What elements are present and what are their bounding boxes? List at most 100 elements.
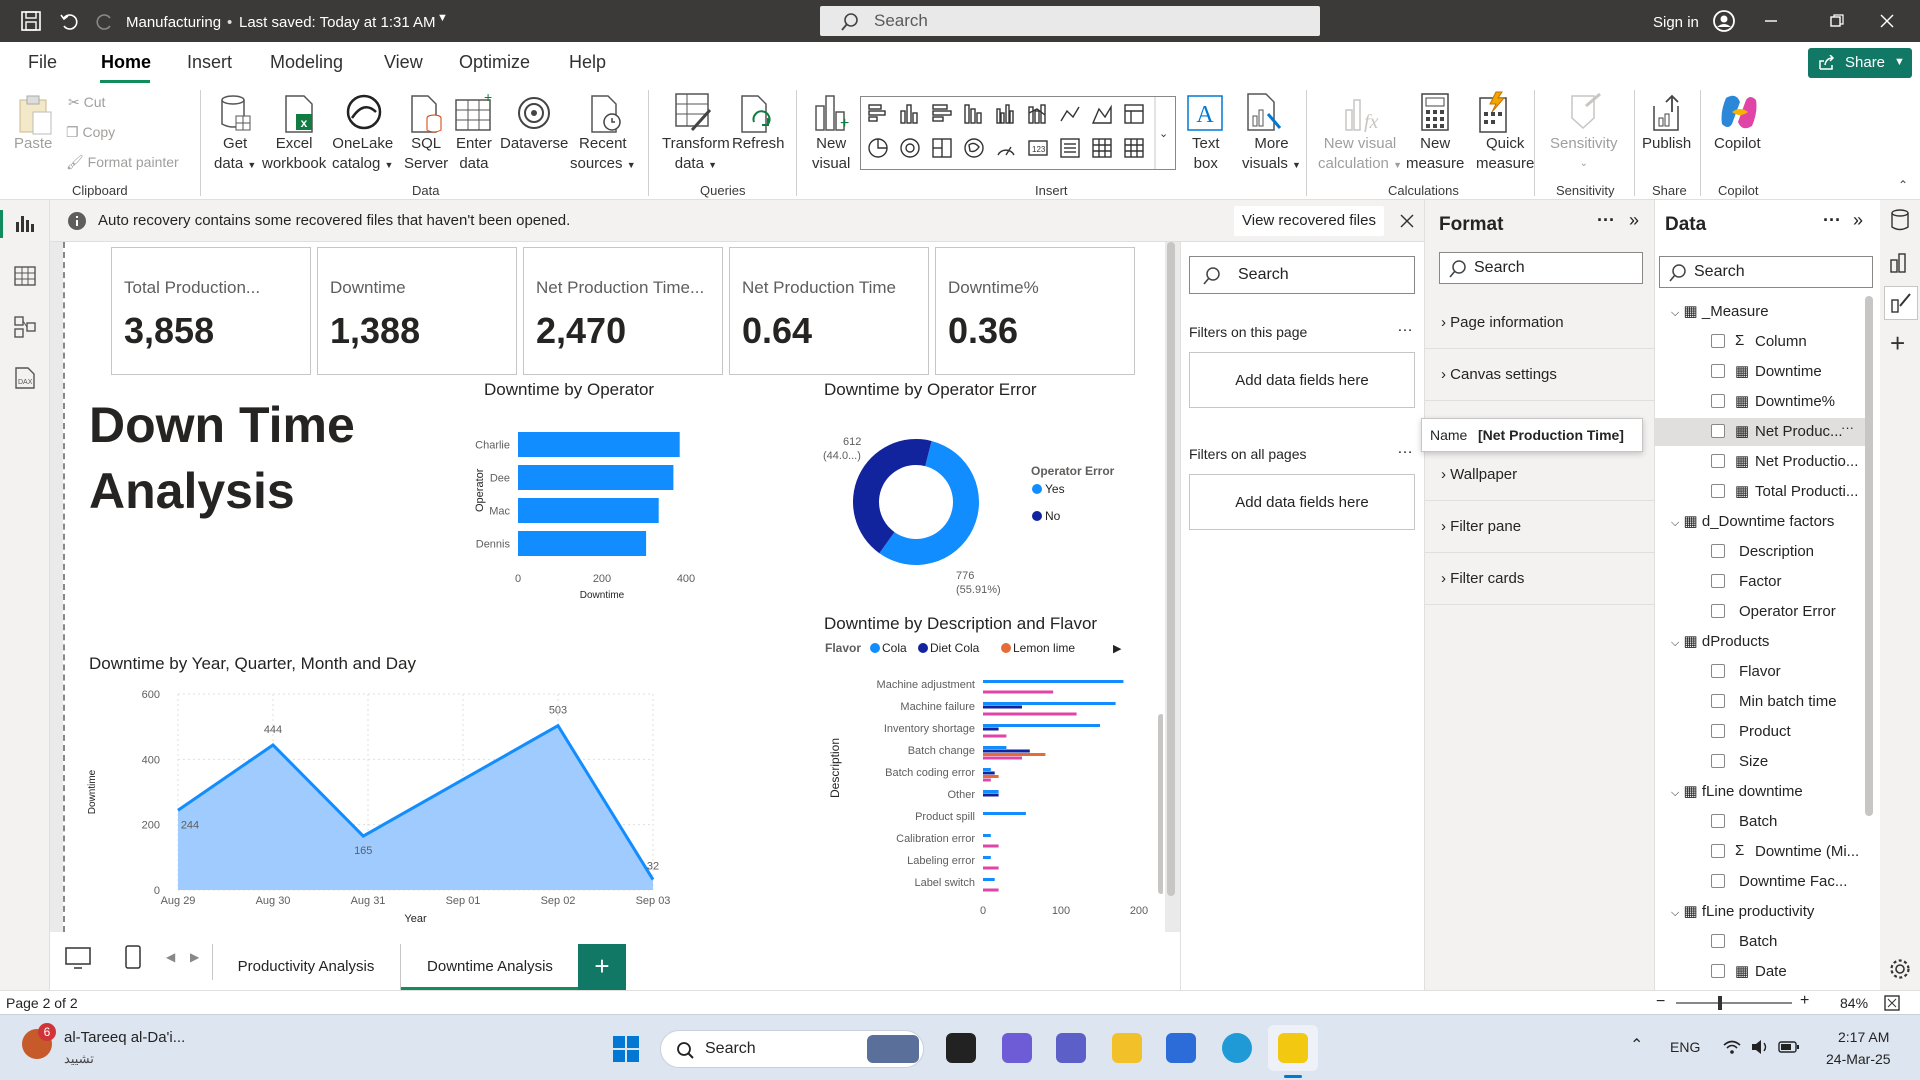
field-item[interactable]: Size <box>1655 748 1865 776</box>
field-item[interactable]: Σ Column <box>1655 328 1865 356</box>
field-checkbox[interactable] <box>1711 934 1725 948</box>
field-item[interactable]: ▦ Downtime <box>1655 358 1865 386</box>
menu-file[interactable]: File <box>28 52 57 73</box>
new-measure-button[interactable]: New measure <box>1406 134 1464 174</box>
table-view-icon[interactable] <box>14 266 36 286</box>
add-fields-all-pages[interactable]: Add data fields here <box>1189 474 1415 530</box>
field-checkbox[interactable] <box>1711 604 1725 618</box>
field-item[interactable]: Factor <box>1655 568 1865 596</box>
field-checkbox[interactable] <box>1711 844 1725 858</box>
add-fields-this-page[interactable]: Add data fields here <box>1189 352 1415 408</box>
fit-to-page-icon[interactable] <box>1884 995 1900 1011</box>
power-bi-icon[interactable] <box>1278 1033 1308 1063</box>
chevron-up-icon[interactable]: ⌃ <box>1630 1035 1643 1055</box>
share-button[interactable]: Share ▼ <box>1808 48 1912 78</box>
recent-sources-button[interactable]: Recent sources ▼ <box>570 134 636 175</box>
store-icon[interactable] <box>1166 1033 1196 1063</box>
field-checkbox[interactable] <box>1711 874 1725 888</box>
table-fline-downtime[interactable]: ⌵ ▦ fLine downtime <box>1671 782 1803 800</box>
mobile-layout-icon[interactable] <box>124 944 142 972</box>
file-explorer-icon[interactable] <box>1112 1033 1142 1063</box>
dax-query-view-icon[interactable]: DAX <box>14 366 36 390</box>
field-item[interactable]: ▦ Downtime% <box>1655 388 1865 416</box>
format-section-canvas-settings[interactable]: › Canvas settings <box>1441 366 1557 383</box>
more-options-icon[interactable]: ··· <box>1841 420 1854 435</box>
wifi-icon[interactable] <box>1722 1039 1742 1055</box>
add-pane-icon[interactable]: + <box>1890 328 1905 359</box>
more-options-icon[interactable]: ··· <box>1823 210 1841 231</box>
field-item[interactable]: Flavor <box>1655 658 1865 686</box>
edge-icon[interactable] <box>1222 1033 1252 1063</box>
table-dproducts[interactable]: ⌵ ▦ dProducts <box>1671 632 1769 650</box>
more-options-icon[interactable]: ··· <box>1597 210 1615 231</box>
field-item[interactable]: Batch <box>1655 928 1865 956</box>
field-checkbox[interactable] <box>1711 334 1725 348</box>
redo-icon[interactable] <box>94 10 116 32</box>
menu-insert[interactable]: Insert <box>187 52 232 73</box>
format-section-page-information[interactable]: › Page information <box>1441 314 1564 331</box>
chevron-down-icon[interactable]: ▼ <box>437 12 448 24</box>
tab-scroll-right-icon[interactable]: ▶ <box>190 950 199 964</box>
settings-gear-icon[interactable] <box>1889 958 1911 980</box>
clock-time[interactable]: 2:17 AM <box>1838 1029 1889 1045</box>
table--measure[interactable]: ⌵ ▦ _Measure <box>1671 302 1769 320</box>
tab-scroll-left-icon[interactable]: ◀ <box>166 950 175 964</box>
get-data-button[interactable]: Get data ▼ <box>214 134 256 175</box>
field-checkbox[interactable] <box>1711 484 1725 498</box>
field-item[interactable]: ▦ Total Producti... <box>1655 478 1865 506</box>
filters-search-input[interactable]: Search <box>1189 256 1415 294</box>
report-view-icon[interactable] <box>14 214 36 234</box>
field-item[interactable]: Min batch time <box>1655 688 1865 716</box>
field-checkbox[interactable] <box>1711 364 1725 378</box>
more-options-icon[interactable]: … <box>1397 440 1413 458</box>
teams-icon[interactable] <box>1056 1033 1086 1063</box>
downtime-by-description-chart[interactable]: Flavor Cola Diet Cola Lemon lime ▶ Machine ad… <box>823 638 1163 932</box>
model-view-icon[interactable] <box>14 316 36 338</box>
battery-icon[interactable] <box>1778 1040 1800 1054</box>
field-item[interactable]: Description <box>1655 538 1865 566</box>
expand-pane-icon[interactable]: » <box>1629 210 1639 231</box>
menu-home[interactable]: Home <box>101 52 151 73</box>
collapse-ribbon-icon[interactable]: ⌃ <box>1898 178 1908 192</box>
undo-icon[interactable] <box>58 10 80 32</box>
close-icon[interactable] <box>1880 14 1894 28</box>
field-item[interactable]: Downtime Fac... <box>1655 868 1865 896</box>
onelake-catalog-button[interactable]: OneLake catalog ▼ <box>332 134 393 175</box>
search-box[interactable]: Search <box>820 6 1320 36</box>
kpi-card-downtime[interactable]: Downtime 1,388 <box>317 247 517 375</box>
tab-downtime-analysis[interactable]: Downtime Analysis <box>400 944 580 990</box>
field-checkbox[interactable] <box>1711 664 1725 678</box>
field-checkbox[interactable] <box>1711 964 1725 978</box>
desktop-layout-icon[interactable] <box>64 946 92 972</box>
expand-pane-icon[interactable]: » <box>1853 210 1863 231</box>
field-checkbox[interactable] <box>1711 694 1725 708</box>
text-box-button[interactable]: Text box <box>1192 134 1220 174</box>
menu-help[interactable]: Help <box>569 52 606 73</box>
table-d-downtime-factors[interactable]: ⌵ ▦ d_Downtime factors <box>1671 512 1834 530</box>
field-item[interactable]: Σ Downtime (Mi... <box>1655 838 1865 866</box>
enter-data-button[interactable]: Enter data <box>456 134 492 174</box>
tab-productivity-analysis[interactable]: Productivity Analysis <box>212 944 400 990</box>
sql-server-button[interactable]: SQL Server <box>404 134 448 174</box>
menu-optimize[interactable]: Optimize <box>459 52 530 73</box>
format-section-filter-pane[interactable]: › Filter pane <box>1441 518 1521 535</box>
field-item[interactable]: Operator Error <box>1655 598 1865 626</box>
cut-button[interactable]: ✂ Cut <box>68 92 105 112</box>
format-painter-button[interactable]: 🖌 Format painter <box>66 152 179 172</box>
sensitivity-button[interactable]: Sensitivity ⌄ <box>1550 134 1618 174</box>
field-item[interactable]: ▦ Date <box>1655 958 1865 986</box>
more-visuals-button[interactable]: More visuals ▼ <box>1242 134 1301 175</box>
format-section-wallpaper[interactable]: › Wallpaper <box>1441 466 1517 483</box>
paste-button[interactable]: Paste <box>14 134 52 154</box>
zoom-slider[interactable] <box>1676 1002 1792 1004</box>
document-name[interactable]: Manufacturing <box>126 14 221 31</box>
format-section-filter-cards[interactable]: › Filter cards <box>1441 570 1524 587</box>
refresh-button[interactable]: Refresh <box>732 134 785 154</box>
field-item[interactable]: Product <box>1655 718 1865 746</box>
zoom-in-icon[interactable]: + <box>1800 992 1809 1010</box>
quick-measure-button[interactable]: Quick measure <box>1476 134 1534 174</box>
new-visual-button[interactable]: New visual <box>812 134 850 174</box>
windows-start-icon[interactable] <box>612 1035 640 1063</box>
taskbar-app-title[interactable]: al-Tareeq al-Da'i... <box>64 1029 185 1046</box>
field-item[interactable]: Batch <box>1655 808 1865 836</box>
